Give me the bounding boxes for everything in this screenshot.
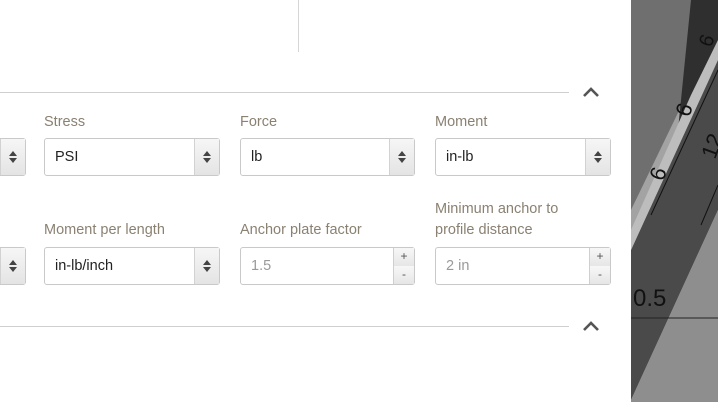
min-anchor-distance-label-line1: Minimum anchor to — [435, 201, 559, 217]
section-divider-bottom — [0, 326, 569, 327]
force-select[interactable]: lb — [240, 138, 415, 176]
sort-arrows-icon — [0, 139, 25, 175]
increment-button[interactable]: + — [394, 248, 414, 267]
3d-viewport[interactable]: 6 6 6 12 0.5 — [631, 0, 718, 402]
chevron-up-icon[interactable] — [582, 85, 600, 99]
sort-arrows-icon — [194, 139, 219, 175]
min-anchor-distance-placeholder: 2 in — [446, 258, 470, 274]
partial-select-row2[interactable] — [0, 247, 26, 285]
anchor-plate-factor-input[interactable]: 1.5 + - — [240, 247, 415, 285]
min-anchor-distance-input[interactable]: 2 in + - — [435, 247, 611, 285]
moment-value: in-lb — [446, 149, 474, 165]
anchor-plate-factor-stepper: + - — [393, 248, 414, 284]
sort-arrows-icon — [389, 139, 414, 175]
chevron-up-icon[interactable] — [582, 319, 600, 333]
dimension-label: 0.5 — [633, 285, 666, 312]
section-divider-top — [0, 92, 569, 93]
anchor-plate-factor-label: Anchor plate factor — [240, 222, 362, 238]
partial-select-row1[interactable] — [0, 138, 26, 176]
force-value: lb — [251, 149, 263, 165]
decrement-button[interactable]: - — [590, 266, 610, 284]
moment-per-length-value: in-lb/inch — [55, 258, 114, 274]
moment-label: Moment — [435, 114, 488, 130]
units-settings-panel: Stress PSI Force lb Moment in-lb Moment … — [0, 0, 631, 402]
anchor-plate-factor-placeholder: 1.5 — [251, 258, 272, 274]
increment-button[interactable]: + — [590, 248, 610, 267]
min-anchor-distance-stepper: + - — [589, 248, 610, 284]
decrement-button[interactable]: - — [394, 266, 414, 284]
stress-select[interactable]: PSI — [44, 138, 220, 176]
sort-arrows-icon — [585, 139, 610, 175]
baseplate-drawing: 6 6 6 12 0.5 — [631, 0, 718, 402]
stress-value: PSI — [55, 149, 79, 165]
moment-per-length-label: Moment per length — [44, 222, 165, 238]
force-label: Force — [240, 114, 278, 130]
moment-select[interactable]: in-lb — [435, 138, 611, 176]
sort-arrows-icon — [194, 248, 219, 284]
sort-arrows-icon — [0, 248, 25, 284]
stress-label: Stress — [44, 114, 86, 130]
moment-per-length-select[interactable]: in-lb/inch — [44, 247, 220, 285]
min-anchor-distance-label-line2: profile distance — [435, 222, 533, 238]
column-divider — [298, 0, 299, 52]
